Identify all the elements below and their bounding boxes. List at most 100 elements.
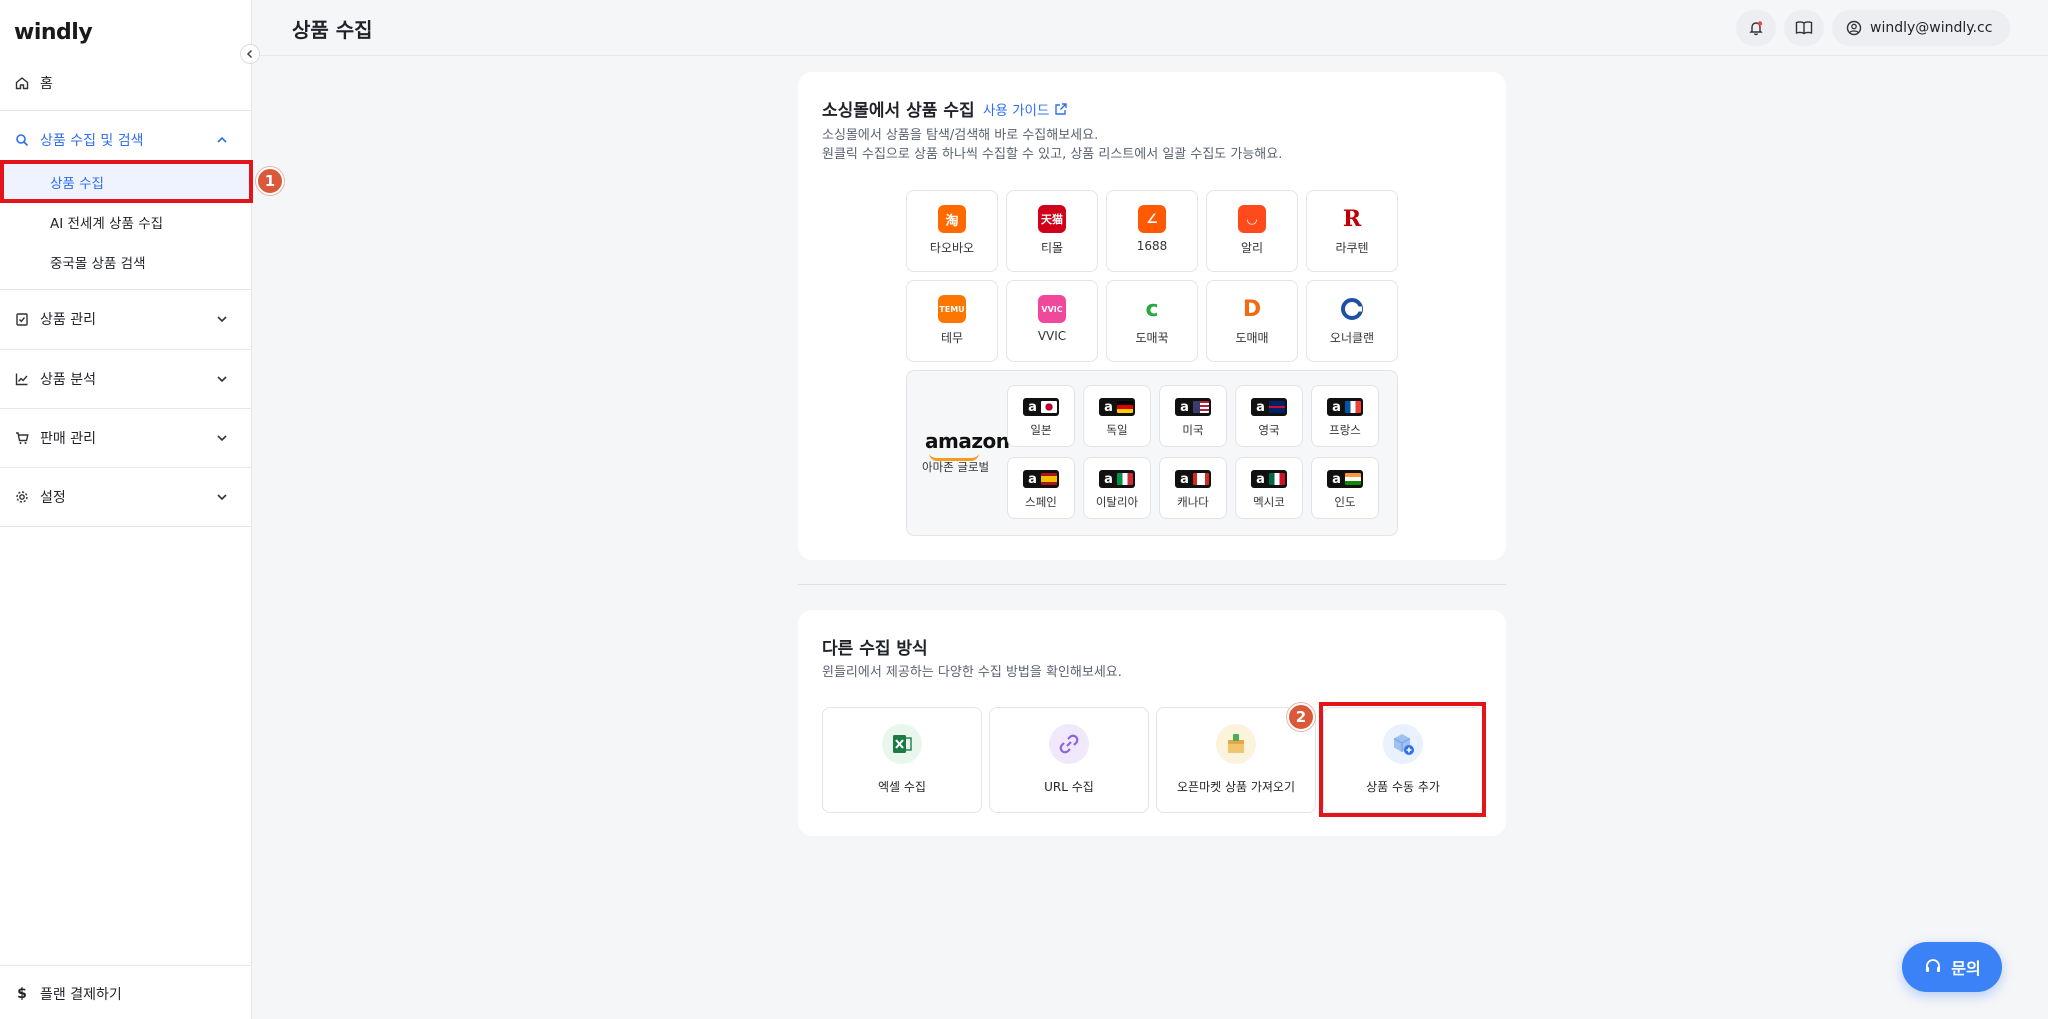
amazon-country-label: 캐나다 [1177, 495, 1209, 509]
domeme-icon: D [1238, 295, 1266, 323]
headset-icon [1926, 959, 1941, 972]
inquiry-button[interactable]: 문의 [1902, 942, 2002, 992]
mall-label: VVIC [1037, 329, 1067, 343]
divider [0, 965, 252, 966]
sidebar-group-label: 설정 [40, 490, 66, 506]
amazon-global-label: 아마존 글로벌 [922, 460, 990, 474]
excel-icon [882, 724, 922, 764]
aliexpress-icon: ◡ [1238, 205, 1266, 233]
mall-label: 도매꾹 [1135, 331, 1169, 345]
user-account-button[interactable]: windly@windly.cc [1832, 10, 2010, 46]
amazon-a-glyph: a [1180, 399, 1189, 415]
amazon-country-label: 일본 [1030, 423, 1052, 437]
divider [0, 408, 252, 409]
mall-label: 타오바오 [929, 241, 975, 255]
mall-domeggook[interactable]: c 도매꾹 [1106, 280, 1198, 362]
mall-vvic[interactable]: VVIC VVIC [1006, 280, 1098, 362]
amazon-canada[interactable]: a 캐나다 [1159, 457, 1227, 519]
line-chart-icon [14, 371, 30, 387]
mall-label: 1688 [1136, 239, 1168, 253]
sidebar-group-product-manage[interactable]: 상품 관리 [0, 299, 252, 339]
sidebar-group-product-analysis[interactable]: 상품 분석 [0, 359, 252, 399]
mall-label: 라쿠텐 [1335, 241, 1369, 255]
collapse-sidebar-button[interactable] [240, 44, 260, 64]
section-divider [798, 584, 1506, 585]
card-description: 소싱몰에서 상품을 탐색/검색해 바로 수집해보세요. 원클릭 수집으로 상품 … [822, 126, 1282, 164]
sidebar-group-collect[interactable]: 상품 수집 및 검색 [0, 120, 252, 160]
india-flag-icon [1345, 473, 1361, 485]
rakuten-icon: R [1338, 205, 1366, 233]
windly-logo[interactable]: windly [14, 20, 93, 45]
divider [0, 467, 252, 468]
spain-flag-icon [1041, 473, 1057, 485]
bell-icon [1749, 21, 1763, 36]
amazon-spain[interactable]: a 스페인 [1007, 457, 1075, 519]
top-header: 상품 수집 windly@windly.cc [252, 0, 2048, 56]
excel-collect-button[interactable]: 엑셀 수집 [822, 707, 982, 813]
sidebar-item-label: 중국몰 상품 검색 [50, 256, 146, 272]
japan-flag-icon [1041, 401, 1057, 413]
vvic-icon: VVIC [1038, 295, 1066, 323]
sidebar-item-home[interactable]: 홈 [0, 63, 252, 103]
amazon-india[interactable]: a 인도 [1311, 457, 1379, 519]
link-icon [1049, 724, 1089, 764]
sidebar-group-label: 상품 관리 [40, 312, 96, 328]
amazon-country-label: 인도 [1334, 495, 1356, 509]
germany-flag-icon [1117, 401, 1133, 413]
chevron-left-icon [246, 49, 253, 59]
highlight-box [0, 160, 253, 203]
amazon-a-glyph: a [1028, 471, 1037, 487]
mall-rakuten[interactable]: R 라쿠텐 [1306, 190, 1398, 272]
amazon-country-label: 프랑스 [1329, 423, 1361, 437]
chevron-down-icon [217, 435, 227, 442]
home-icon [14, 75, 30, 91]
usa-flag-icon [1193, 401, 1209, 413]
amazon-country-label: 독일 [1106, 423, 1128, 437]
mall-domeme[interactable]: D 도매매 [1206, 280, 1298, 362]
sidebar: windly 홈 상품 수집 및 검색 상품 수집 AI 전세계 상품 수집 중… [0, 0, 260, 1019]
mall-temu[interactable]: TEMU 테무 [906, 280, 998, 362]
method-label: 엑셀 수집 [878, 780, 926, 794]
mall-taobao[interactable]: 淘 타오바오 [906, 190, 998, 272]
uk-flag-icon [1269, 401, 1285, 413]
mall-1688[interactable]: ∠ 1688 [1106, 190, 1198, 272]
search-icon [14, 132, 30, 148]
amazon-usa[interactable]: a 미국 [1159, 385, 1227, 447]
url-collect-button[interactable]: URL 수집 [989, 707, 1149, 813]
sidebar-item-label: AI 전세계 상품 수집 [50, 216, 164, 232]
sidebar-group-label: 상품 분석 [40, 372, 96, 388]
gear-icon [14, 489, 30, 505]
mall-aliexpress[interactable]: ◡ 알리 [1206, 190, 1298, 272]
mall-tmall[interactable]: 天猫 티몰 [1006, 190, 1098, 272]
sidebar-item-plan-payment[interactable]: $ 플랜 결제하기 [0, 974, 252, 1014]
divider [0, 349, 252, 350]
amazon-germany[interactable]: a 독일 [1083, 385, 1151, 447]
highlight-box [1319, 702, 1486, 817]
notification-button[interactable] [1736, 10, 1776, 46]
amazon-italy[interactable]: a 이탈리아 [1083, 457, 1151, 519]
tmall-icon: 天猫 [1038, 205, 1066, 233]
guide-link-label: 사용 가이드 [983, 103, 1050, 119]
amazon-logo: amazon [925, 429, 1010, 453]
amazon-a-glyph: a [1028, 399, 1037, 415]
dollar-icon: $ [17, 986, 27, 1002]
cart-icon [14, 430, 30, 446]
step-badge: 1 [256, 167, 284, 195]
sidebar-item-china-mall-search[interactable]: 중국몰 상품 검색 [0, 242, 252, 282]
amazon-a-glyph: a [1256, 399, 1265, 415]
amazon-uk[interactable]: a 영국 [1235, 385, 1303, 447]
sidebar-group-settings[interactable]: 설정 [0, 477, 252, 517]
ownerclan-icon [1338, 295, 1366, 323]
book-icon [1795, 21, 1813, 35]
amazon-japan[interactable]: a 일본 [1007, 385, 1075, 447]
sidebar-group-sales-manage[interactable]: 판매 관리 [0, 418, 252, 458]
domeggook-icon: c [1138, 295, 1166, 323]
sidebar-item-ai-global-collect[interactable]: AI 전세계 상품 수집 [0, 202, 252, 242]
card-description: 윈들리에서 제공하는 다양한 수집 방법을 확인해보세요. [822, 665, 1122, 680]
amazon-france[interactable]: a 프랑스 [1311, 385, 1379, 447]
mall-label: 도매매 [1235, 331, 1269, 345]
amazon-mexico[interactable]: a 멕시코 [1235, 457, 1303, 519]
usage-guide-link[interactable]: 사용 가이드 [983, 99, 1068, 119]
guide-book-button[interactable] [1784, 10, 1824, 46]
mall-ownerclan[interactable]: 오너클랜 [1306, 280, 1398, 362]
